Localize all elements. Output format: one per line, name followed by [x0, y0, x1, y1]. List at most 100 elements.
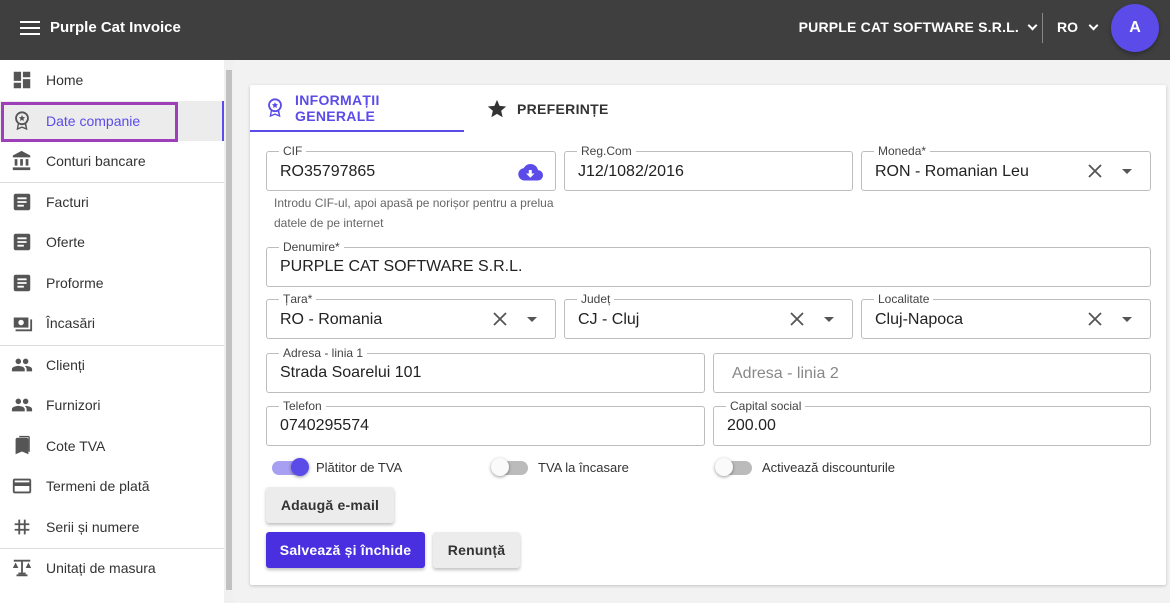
regcom-input[interactable]: J12/1082/2016 [578, 163, 684, 181]
field-label: Denumire* [279, 240, 344, 254]
field-label: Județ [577, 292, 615, 306]
cif-field[interactable]: CIF RO35797865 [266, 144, 556, 191]
toggle-knob [291, 457, 309, 476]
toggle-label: Activează discounturile [762, 460, 895, 475]
sidebar-item-facturi[interactable]: Facturi [0, 182, 224, 222]
sidebar-item-oferte[interactable]: Oferte [0, 222, 224, 262]
capital-social-input[interactable]: 200.00 [727, 417, 776, 435]
moneda-select[interactable]: Moneda* RON - Romanian Leu [861, 144, 1151, 191]
platitor-tva-toggle[interactable]: Plătitor de TVA [272, 457, 402, 476]
sidebar-item-label: Date companie [46, 113, 141, 129]
company-selector[interactable]: PURPLE CAT SOFTWARE S.R.L. [798, 19, 1038, 35]
scale-icon [12, 559, 32, 577]
judet-value: CJ - Cluj [578, 311, 640, 328]
tara-select[interactable]: Țara* RO - Romania [266, 292, 556, 339]
header-divider [1042, 13, 1043, 43]
add-email-button[interactable]: Adaugă e-mail [266, 487, 394, 523]
tab-label: PREFERINȚE [517, 100, 609, 117]
cloud-download-icon[interactable] [517, 162, 543, 182]
menu-icon[interactable] [20, 20, 40, 36]
clear-icon[interactable] [492, 311, 508, 327]
chevron-down-icon[interactable] [824, 317, 834, 322]
telefon-field[interactable]: Telefon 0740295574 [266, 399, 705, 446]
document-icon [13, 193, 31, 211]
capital-social-field[interactable]: Capital social 200.00 [713, 399, 1151, 446]
sidebar-item-home[interactable]: Home [0, 60, 224, 100]
localitate-value: Cluj-Napoca [875, 311, 964, 328]
sidebar-item-label: Cote TVA [46, 438, 106, 454]
sidebar-item-furnizori[interactable]: Furnizori [0, 385, 224, 425]
cif-hint: Introdu CIF-ul, apoi apasă pe norișor pe… [274, 196, 554, 230]
award-icon [15, 111, 29, 131]
adresa1-field[interactable]: Adresa - linia 1 Strada Soarelui 101 [266, 346, 705, 393]
toggle-knob [491, 457, 509, 476]
language-selector[interactable]: RO [1057, 19, 1099, 35]
chevron-down-icon[interactable] [527, 317, 537, 322]
sidebar-item-label: Facturi [46, 194, 89, 210]
tab-label: INFORMAȚII GENERALE [295, 91, 380, 124]
award-icon [268, 97, 282, 117]
user-avatar[interactable]: A [1111, 4, 1159, 52]
field-label: Țara* [279, 292, 317, 306]
sidebar-item-label: Home [46, 72, 84, 88]
scrollbar-thumb[interactable] [226, 70, 232, 590]
tara-value: RO - Romania [280, 311, 383, 328]
toggle-track[interactable] [715, 457, 752, 476]
hash-icon [14, 519, 30, 535]
sidebar-item-label: Termeni de plată [46, 478, 150, 494]
field-label: Moneda* [874, 144, 931, 158]
clear-icon[interactable] [1087, 163, 1103, 179]
sidebar-item-conturi-bancare[interactable]: Conturi bancare [0, 141, 224, 181]
sidebar: Home Date companie Conturi bancare Factu… [0, 60, 224, 603]
sidebar-item-label: Încasări [46, 315, 96, 331]
adresa1-input[interactable]: Strada Soarelui 101 [280, 364, 421, 382]
sidebar-item-label: Proforme [46, 275, 104, 291]
company-name: PURPLE CAT SOFTWARE S.R.L. [798, 19, 1019, 35]
language-code: RO [1057, 19, 1078, 35]
bookmark-icon [15, 435, 30, 455]
star-icon [487, 99, 507, 117]
discounturi-toggle[interactable]: Activează discounturile [715, 457, 895, 476]
sidebar-item-unitati-de-masura[interactable]: Unitați de masura [0, 548, 224, 588]
judet-select[interactable]: Județ CJ - Cluj [564, 292, 853, 339]
denumire-field[interactable]: Denumire* PURPLE CAT SOFTWARE S.R.L. [266, 240, 1151, 287]
tab-informatii-generale[interactable]: INFORMAȚII GENERALE [250, 85, 464, 132]
field-label: Localitate [874, 292, 934, 306]
toggle-track[interactable] [272, 457, 309, 476]
sidebar-item-cote-tva[interactable]: Cote TVA [0, 426, 224, 466]
sidebar-item-incasari[interactable]: Încasări [0, 303, 224, 343]
sidebar-item-label: Oferte [46, 234, 85, 250]
chevron-down-icon[interactable] [1122, 317, 1132, 322]
save-and-close-button[interactable]: Salvează și închide [266, 532, 425, 568]
field-label: CIF [279, 144, 307, 158]
top-app-bar: Purple Cat Invoice PURPLE CAT SOFTWARE S… [0, 0, 1170, 60]
chevron-down-icon[interactable] [1122, 169, 1132, 174]
field-label: Capital social [726, 399, 806, 413]
tva-la-incasare-toggle[interactable]: TVA la încasare [491, 457, 629, 476]
field-label: Adresa - linia 1 [279, 346, 368, 360]
sidebar-item-label: Serii și numere [46, 519, 140, 535]
sidebar-scrollbar[interactable] [224, 60, 234, 603]
people-icon [11, 358, 33, 372]
clear-icon[interactable] [789, 311, 805, 327]
denumire-input[interactable]: PURPLE CAT SOFTWARE S.R.L. [280, 258, 522, 276]
localitate-select[interactable]: Localitate Cluj-Napoca [861, 292, 1151, 339]
cif-input[interactable]: RO35797865 [280, 163, 375, 181]
regcom-field[interactable]: Reg.Com J12/1082/2016 [564, 144, 853, 191]
sidebar-item-termeni-de-plata[interactable]: Termeni de plată [0, 466, 224, 506]
chevron-down-icon [1088, 20, 1099, 30]
field-label: Reg.Com [577, 144, 636, 158]
toggle-track[interactable] [491, 457, 528, 476]
tab-preferinte[interactable]: PREFERINȚE [486, 85, 609, 132]
cancel-button[interactable]: Renunță [433, 532, 520, 568]
adresa2-input[interactable]: Adresa - linia 2 [732, 365, 839, 383]
document-icon [13, 274, 31, 292]
sidebar-item-date-companie[interactable]: Date companie [0, 101, 224, 141]
sidebar-item-label: Furnizori [46, 397, 101, 413]
clear-icon[interactable] [1087, 311, 1103, 327]
adresa2-field[interactable]: Adresa - linia 2 [713, 353, 1151, 393]
sidebar-item-clienti[interactable]: Clienți [0, 345, 224, 385]
sidebar-item-proforme[interactable]: Proforme [0, 263, 224, 303]
sidebar-item-serii-si-numere[interactable]: Serii și numere [0, 507, 224, 547]
telefon-input[interactable]: 0740295574 [280, 417, 369, 435]
